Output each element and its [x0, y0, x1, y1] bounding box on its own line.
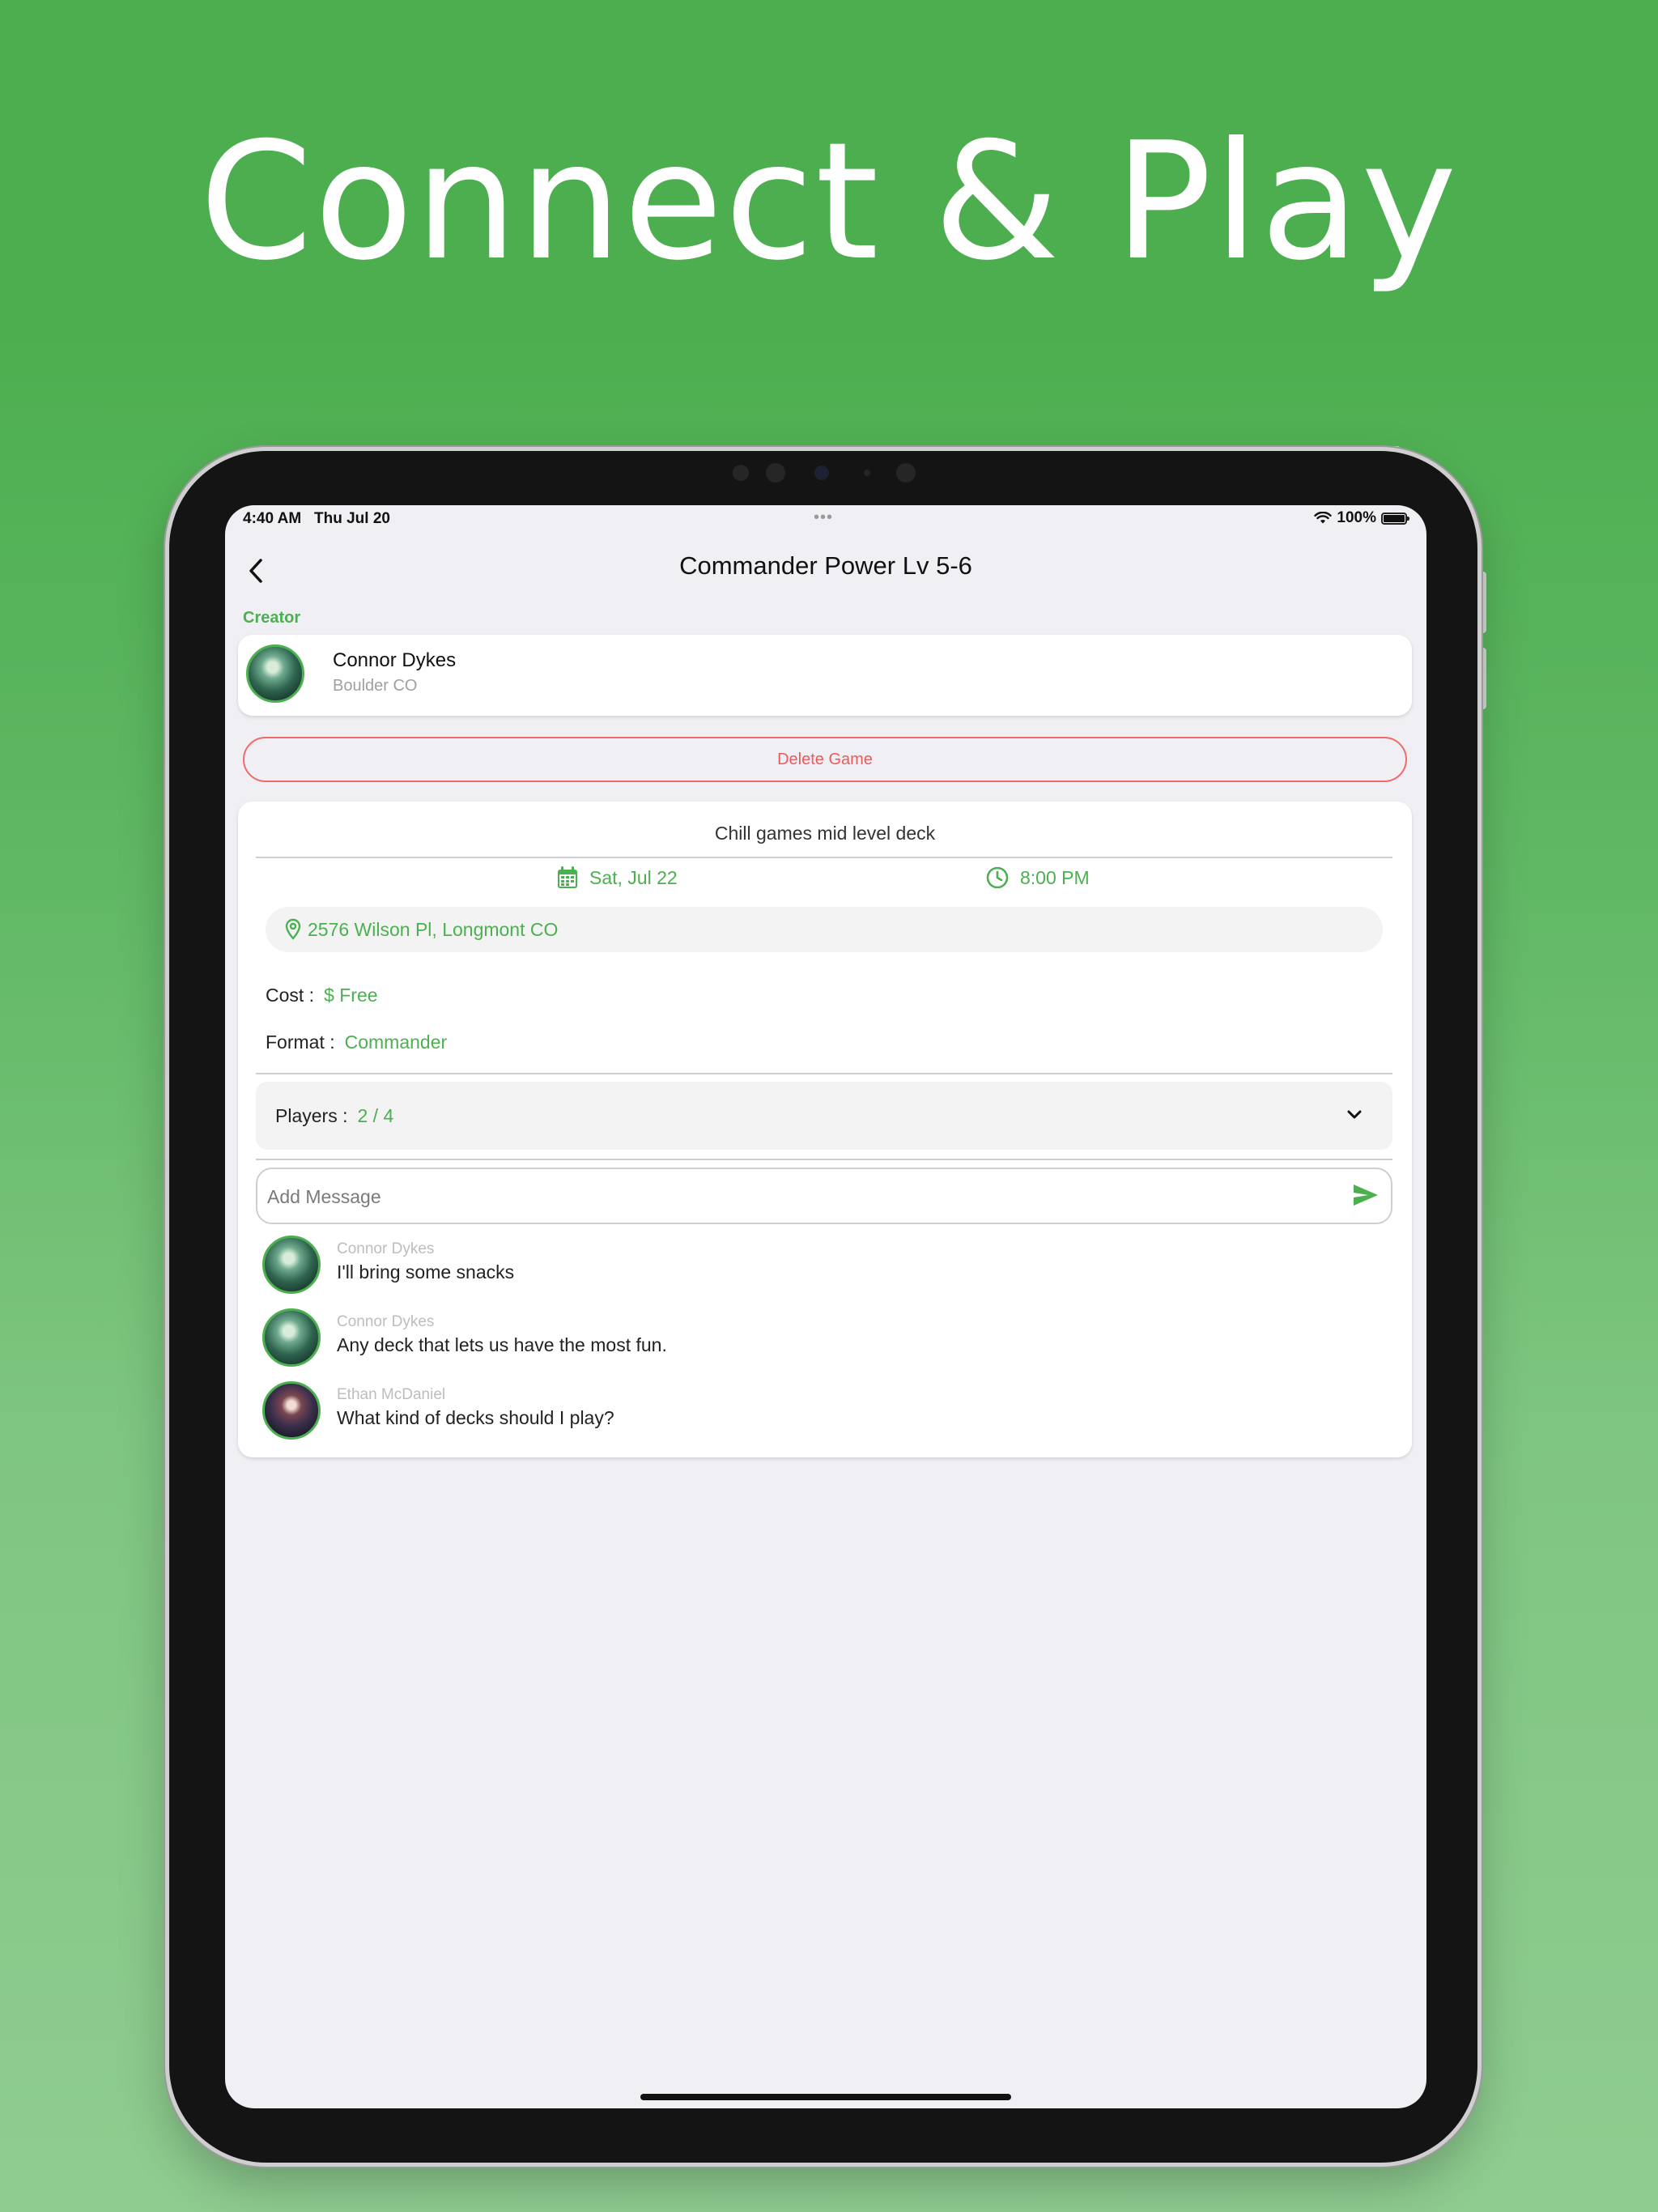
battery-icon — [1381, 512, 1409, 525]
sensor-icon — [766, 463, 785, 483]
creator-name: Connor Dykes — [333, 649, 457, 671]
status-time: 4:40 AM Thu Jul 20 — [243, 510, 390, 528]
page-title: Commander Power Lv 5-6 — [679, 551, 972, 580]
status-date: Thu Jul 20 — [314, 510, 390, 527]
cost-value: $ Free — [324, 985, 378, 1006]
status-indicators: 100% — [1314, 509, 1409, 527]
cost-row: Cost : $ Free — [266, 985, 378, 1006]
game-description: Chill games mid level deck — [714, 823, 936, 844]
creator-section-label: Creator — [243, 609, 301, 627]
game-address: 2576 Wilson Pl, Longmont CO — [308, 918, 559, 940]
game-time-value: 8:00 PM — [1020, 866, 1090, 888]
camera-icon — [814, 466, 829, 480]
multitask-dots[interactable]: ••• — [814, 508, 833, 527]
format-value: Commander — [344, 1032, 448, 1053]
battery-percent: 100% — [1337, 509, 1376, 526]
message-avatar — [262, 1381, 321, 1440]
message-text: Any deck that lets us have the most fun. — [337, 1334, 667, 1355]
format-label: Format : — [266, 1032, 335, 1053]
game-details-card: Chill games mid level deck Sat, Jul 22 8… — [238, 802, 1412, 1457]
device-volume-up-button — [1480, 572, 1486, 633]
players-dropdown[interactable]: Players : 2 / 4 — [256, 1082, 1392, 1150]
message-avatar — [262, 1236, 321, 1294]
message-author: Connor Dykes — [337, 1240, 435, 1257]
message-avatar — [262, 1308, 321, 1367]
message-input[interactable] — [266, 1176, 1321, 1218]
creator-location: Boulder CO — [333, 677, 418, 695]
location-pin-icon — [285, 918, 301, 940]
message-input-field[interactable] — [256, 1168, 1392, 1224]
message-text: What kind of decks should I play? — [337, 1407, 614, 1428]
sensor-icon — [733, 465, 749, 481]
players-count: 2 / 4 — [357, 1104, 394, 1126]
app-screen: 4:40 AM Thu Jul 20 ••• 100% Commander Po… — [225, 505, 1426, 2108]
creator-avatar — [246, 644, 304, 703]
game-date: Sat, Jul 22 — [557, 866, 678, 889]
sensor-icon — [864, 470, 870, 476]
wifi-icon — [1314, 512, 1333, 524]
game-date-value: Sat, Jul 22 — [589, 866, 678, 888]
calendar-icon — [558, 866, 577, 888]
divider — [256, 857, 1392, 858]
device-volume-down-button — [1480, 648, 1486, 709]
divider — [256, 1073, 1392, 1074]
sensor-icon — [896, 463, 916, 483]
send-button[interactable] — [1352, 1182, 1380, 1212]
chat-message: Connor Dykes Any deck that lets us have … — [262, 1308, 1380, 1373]
divider — [256, 1159, 1392, 1160]
message-text: I'll bring some snacks — [337, 1261, 515, 1283]
message-author: Connor Dykes — [337, 1313, 435, 1330]
chat-message: Connor Dykes I'll bring some snacks — [262, 1236, 1380, 1300]
game-time: 8:00 PM — [986, 866, 1090, 889]
clock-icon — [986, 866, 1009, 889]
format-row: Format : Commander — [266, 1032, 447, 1053]
send-icon — [1354, 1185, 1378, 1206]
game-location[interactable]: 2576 Wilson Pl, Longmont CO — [266, 907, 1383, 952]
delete-game-button[interactable]: Delete Game — [243, 737, 1407, 782]
players-label: Players : — [275, 1104, 348, 1126]
chevron-down-icon — [1347, 1110, 1362, 1119]
chat-message: Ethan McDaniel What kind of decks should… — [262, 1381, 1380, 1446]
creator-card[interactable]: Connor Dykes Boulder CO — [238, 635, 1412, 716]
cost-label: Cost : — [266, 985, 315, 1006]
message-author: Ethan McDaniel — [337, 1386, 446, 1403]
status-clock: 4:40 AM — [243, 510, 302, 527]
headline: Connect & Play — [199, 108, 1459, 296]
home-indicator[interactable] — [640, 2094, 1011, 2100]
